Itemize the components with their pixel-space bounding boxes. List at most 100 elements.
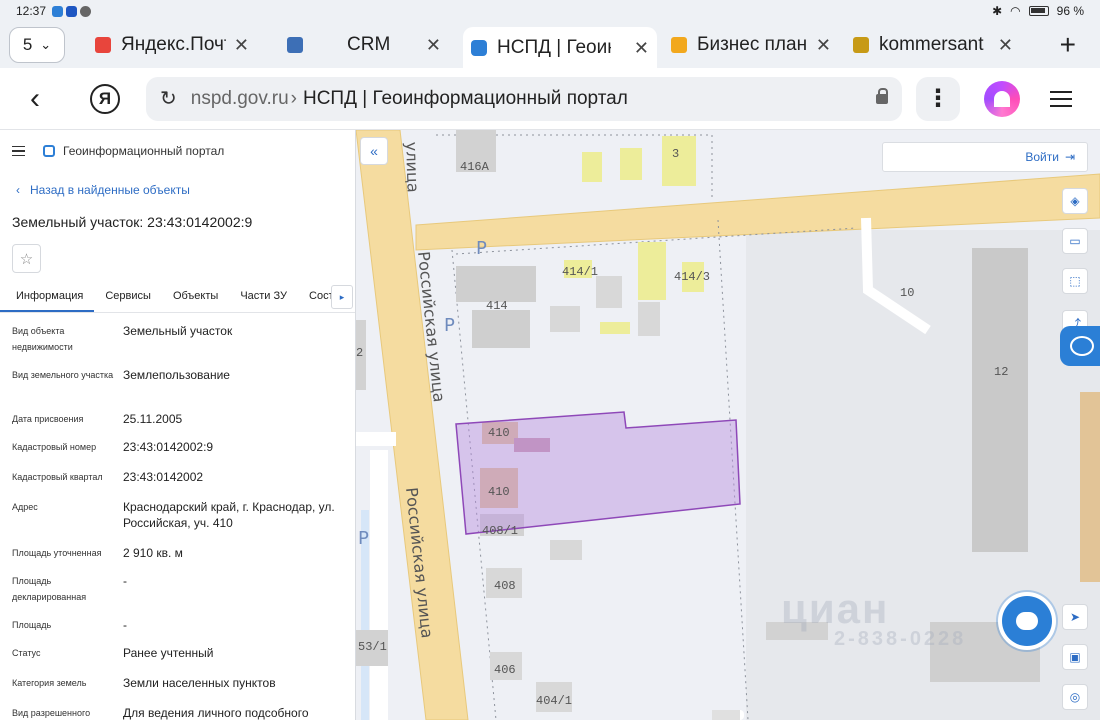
map-label: 404/1 — [536, 694, 572, 708]
property-value: - — [123, 618, 127, 632]
tab-parcel-parts[interactable]: Части ЗУ — [229, 287, 298, 312]
panel-header: Геоинформационный портал — [0, 130, 355, 172]
property-value: Землепользование — [123, 368, 230, 382]
tab-services[interactable]: Сервисы — [94, 287, 162, 312]
wifi-icon: ◠ — [1010, 4, 1021, 18]
property-value: Краснодарский край, г. Краснодар, ул. Ро… — [123, 500, 335, 530]
nspd-favicon-icon — [471, 40, 487, 56]
tabs-scroll-right-icon[interactable]: ▸ — [331, 285, 353, 309]
tab-business-plan[interactable]: Бизнес план р ✕ — [663, 26, 839, 64]
map-label: 414/3 — [674, 270, 710, 284]
select-area-icon[interactable]: ⬚ — [1062, 268, 1088, 294]
map-label: 416А — [460, 160, 490, 174]
favorite-star-icon[interactable]: ☆ — [12, 244, 41, 273]
property-key: Статус — [12, 648, 41, 658]
side-road — [370, 450, 388, 720]
property-key: Кадастровый номер — [12, 442, 97, 452]
tab-nspd[interactable]: НСПД | Геоинформационный портал ✕ — [463, 27, 657, 69]
property-key: Площадь декларированная — [12, 576, 87, 602]
property-key: Площадь — [12, 620, 52, 630]
building — [550, 306, 580, 332]
tab-objects[interactable]: Объекты — [162, 287, 229, 312]
property-row: Площадь декларированная - — [0, 573, 355, 617]
close-icon[interactable]: ✕ — [808, 35, 831, 56]
tab-label: Яндекс.Почта — [121, 34, 226, 55]
new-tab-button[interactable]: + — [1060, 29, 1076, 61]
building — [456, 266, 536, 302]
url-domain: nspd.gov.ru — [190, 87, 289, 109]
property-value: 23:43:0142002 — [123, 470, 204, 484]
parking-icon: P — [444, 315, 455, 336]
street-label: улица — [402, 141, 423, 192]
collapse-panel-icon[interactable]: « — [360, 137, 388, 165]
tab-count-button[interactable]: 5 ⌄ — [9, 27, 65, 63]
pin-icon[interactable]: ◎ — [1062, 684, 1088, 710]
property-key: Вид земельного участка — [12, 370, 114, 380]
property-row: Кадастровый номер 23:43:0142002:9 — [0, 439, 355, 469]
yandex-logo-icon[interactable]: Я — [90, 83, 120, 114]
battery-icon — [1028, 6, 1049, 16]
building — [662, 136, 696, 186]
property-row: Статус Ранее учтенный — [0, 645, 355, 675]
chevron-left-icon: ‹ — [16, 183, 20, 197]
map-label: 410 — [488, 426, 510, 440]
side-road — [356, 432, 396, 446]
print-icon[interactable]: ▣ — [1062, 644, 1088, 670]
building — [596, 276, 622, 308]
tab-label: НСПД | Геоинформационный портал — [497, 37, 611, 58]
lock-icon[interactable] — [876, 87, 888, 104]
ruler-icon[interactable]: ▭ — [1062, 228, 1088, 254]
property-key: Площадь уточненная — [12, 548, 102, 558]
close-icon[interactable]: ✕ — [626, 38, 649, 59]
hamburger-menu-icon[interactable] — [12, 146, 25, 156]
tab-yandex-mail[interactable]: Яндекс.Почта ✕ — [87, 26, 257, 64]
tab-information[interactable]: Информация — [0, 287, 95, 312]
browser-menu-icon[interactable] — [1050, 90, 1072, 107]
login-button[interactable]: Войти ⇥ — [882, 142, 1088, 172]
property-key: Категория земель — [12, 678, 87, 688]
tab-label: kommersant — [879, 34, 984, 55]
camera-lens-icon[interactable] — [1060, 326, 1100, 366]
building — [712, 710, 740, 720]
watermark: циан — [781, 585, 890, 632]
chat-bubble-icon[interactable] — [1002, 596, 1052, 646]
crm-favicon-icon — [287, 37, 303, 53]
notification-icon — [52, 5, 64, 17]
close-icon[interactable]: ✕ — [990, 35, 1013, 56]
app-icon — [66, 5, 78, 17]
layers-icon[interactable]: ◈ — [1062, 188, 1088, 214]
property-value: 25.11.2005 — [123, 412, 183, 426]
property-value: Ранее учтенный — [123, 646, 214, 660]
tab-count: 5 — [22, 35, 33, 54]
back-arrow-icon[interactable]: ‹ — [30, 82, 60, 116]
map-label: 408/1 — [482, 524, 518, 538]
tab-crm[interactable]: CRM ✕ — [279, 26, 449, 64]
map-canvas[interactable]: 416А 3 414/1 414/3 414 10 12 2 410 410 4… — [356, 130, 1100, 720]
close-icon[interactable]: ✕ — [418, 35, 441, 56]
back-to-results-link[interactable]: ‹ Назад в найденные объекты — [0, 180, 355, 200]
building — [472, 310, 530, 348]
tab-kommersant[interactable]: kommersant ✕ — [845, 26, 1021, 64]
map-label: 414/1 — [562, 265, 598, 279]
building — [1080, 392, 1100, 582]
property-value: Земли населенных пунктов — [123, 676, 276, 690]
login-label: Войти — [1025, 150, 1059, 164]
alice-assistant-icon[interactable] — [984, 80, 1020, 117]
portal-logo-icon — [43, 145, 55, 157]
locate-me-icon[interactable]: ➤ — [1062, 604, 1088, 630]
battery-level: 96 % — [1056, 4, 1084, 18]
more-options-button[interactable]: ⋮ — [916, 76, 960, 121]
chevron-down-icon: ⌄ — [40, 37, 52, 52]
building — [600, 322, 630, 334]
url-page-title: НСПД | Геоинформационный портал — [302, 87, 628, 109]
property-row: Вид объекта недвижимости Земельный участ… — [0, 323, 355, 367]
cadastral-map[interactable]: 416А 3 414/1 414/3 414 10 12 2 410 410 4… — [356, 130, 1100, 720]
building — [638, 302, 660, 336]
property-key: Кадастровый квартал — [12, 472, 103, 482]
address-bar[interactable]: ↻ nspd.gov.ru › НСПД | Геоинформационный… — [146, 76, 902, 121]
reload-icon[interactable]: ↻ — [160, 86, 177, 111]
close-icon[interactable]: ✕ — [226, 35, 249, 56]
property-key: Дата присвоения — [12, 414, 84, 424]
property-value: Для ведения личного подсобного — [123, 706, 309, 720]
login-icon: ⇥ — [1064, 150, 1075, 164]
